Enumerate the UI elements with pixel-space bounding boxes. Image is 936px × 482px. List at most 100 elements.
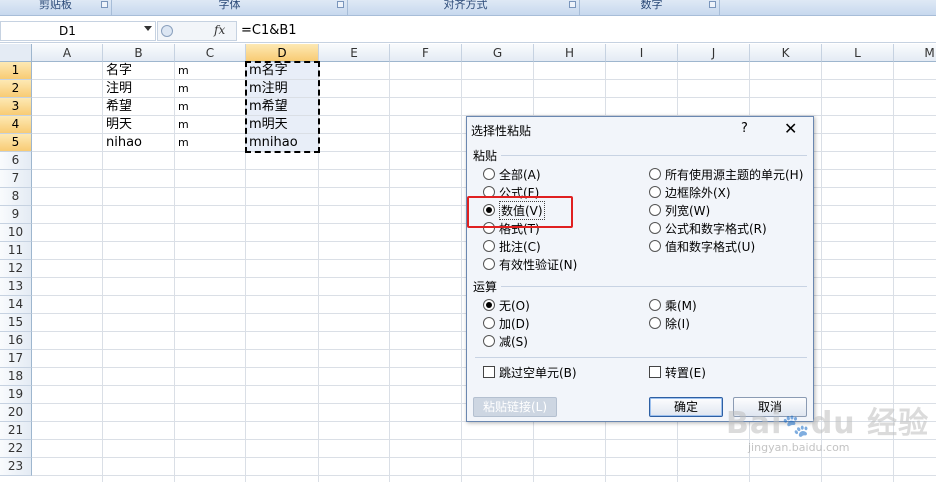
paste-option-validation[interactable]: 有效性验证(N): [483, 256, 577, 272]
dialog-launcher-icon[interactable]: [569, 1, 576, 8]
radio-icon[interactable]: [649, 186, 661, 198]
dialog-launcher-icon[interactable]: [337, 1, 344, 8]
paste-option-no-borders[interactable]: 边框除外(X): [649, 184, 731, 200]
name-box[interactable]: D1: [0, 21, 156, 41]
cell[interactable]: m: [175, 134, 246, 152]
row-header[interactable]: 9: [0, 206, 32, 224]
select-all-corner[interactable]: [0, 44, 32, 62]
row-header[interactable]: 2: [0, 80, 32, 98]
column-header[interactable]: M: [894, 44, 936, 62]
row-header[interactable]: 4: [0, 116, 32, 134]
paste-option-column-widths[interactable]: 列宽(W): [649, 202, 710, 218]
row-header[interactable]: 20: [0, 404, 32, 422]
radio-icon[interactable]: [649, 168, 661, 180]
row-header[interactable]: 7: [0, 170, 32, 188]
column-header[interactable]: K: [750, 44, 822, 62]
row-header[interactable]: 13: [0, 278, 32, 296]
cell[interactable]: m: [175, 80, 246, 98]
row-header[interactable]: 8: [0, 188, 32, 206]
column-header[interactable]: I: [606, 44, 678, 62]
ribbon-group-label: 数字: [640, 0, 663, 11]
row-header[interactable]: 21: [0, 422, 32, 440]
ok-button[interactable]: 确定: [649, 397, 723, 417]
row-header[interactable]: 12: [0, 260, 32, 278]
radio-icon[interactable]: [649, 204, 661, 216]
column-header[interactable]: C: [175, 44, 246, 62]
ribbon-group-more: [724, 0, 936, 16]
chevron-down-icon[interactable]: [144, 26, 152, 31]
option-label: 列宽(W): [665, 203, 711, 218]
column-header[interactable]: D: [246, 44, 319, 62]
radio-icon[interactable]: [483, 317, 495, 329]
column-header[interactable]: F: [390, 44, 462, 62]
column-header[interactable]: G: [462, 44, 534, 62]
cell[interactable]: 注明: [103, 80, 175, 98]
row-header[interactable]: 14: [0, 296, 32, 314]
row-header[interactable]: 15: [0, 314, 32, 332]
radio-icon[interactable]: [483, 240, 495, 252]
dialog-launcher-icon[interactable]: [709, 1, 716, 8]
row-header[interactable]: 3: [0, 98, 32, 116]
transpose-checkbox[interactable]: 转置(E): [649, 364, 706, 380]
row-header[interactable]: 18: [0, 368, 32, 386]
row-header[interactable]: 17: [0, 350, 32, 368]
row-header[interactable]: 22: [0, 440, 32, 458]
column-header[interactable]: H: [534, 44, 606, 62]
column-header[interactable]: J: [678, 44, 750, 62]
formula-input[interactable]: =C1&B1: [241, 21, 297, 41]
checkbox-icon[interactable]: [483, 366, 495, 378]
cell[interactable]: 希望: [103, 98, 175, 116]
paste-section-label: 粘贴: [473, 149, 498, 163]
checkbox-icon[interactable]: [649, 366, 661, 378]
cell[interactable]: 明天: [103, 116, 175, 134]
column-header[interactable]: L: [822, 44, 894, 62]
column-header[interactable]: E: [319, 44, 390, 62]
paste-link-button[interactable]: 粘贴链接(L): [473, 397, 557, 417]
row-header[interactable]: 10: [0, 224, 32, 242]
gridline: [32, 475, 936, 476]
radio-icon[interactable]: [483, 335, 495, 347]
option-label: 值和数字格式(U): [665, 239, 756, 254]
column-header[interactable]: B: [103, 44, 175, 62]
cell[interactable]: m: [175, 98, 246, 116]
radio-icon[interactable]: [649, 299, 661, 311]
row-header[interactable]: 6: [0, 152, 32, 170]
operation-option-add[interactable]: 加(D): [483, 315, 530, 331]
operation-option-subtract[interactable]: 减(S): [483, 333, 528, 349]
row-header[interactable]: 5: [0, 134, 32, 152]
paste-option-all[interactable]: 全部(A): [483, 166, 541, 182]
row-header[interactable]: 19: [0, 386, 32, 404]
skip-blanks-checkbox[interactable]: 跳过空单元(B): [483, 364, 577, 380]
row-header[interactable]: 16: [0, 332, 32, 350]
radio-icon[interactable]: [483, 168, 495, 180]
formula-buttons: fx: [157, 21, 237, 41]
radio-icon[interactable]: [483, 258, 495, 270]
dialog-launcher-icon[interactable]: [101, 1, 108, 8]
cell[interactable]: nihao: [103, 134, 175, 152]
option-label: 边框除外(X): [665, 185, 731, 200]
cell[interactable]: m: [175, 116, 246, 134]
radio-icon[interactable]: [649, 317, 661, 329]
gridline: [461, 62, 462, 482]
operation-option-divide[interactable]: 除(I): [649, 315, 690, 331]
help-icon[interactable]: ?: [741, 121, 748, 136]
row-header[interactable]: 1: [0, 62, 32, 80]
radio-icon[interactable]: [649, 240, 661, 252]
close-icon[interactable]: ✕: [784, 119, 797, 138]
resize-handle-icon[interactable]: [161, 25, 173, 37]
paste-option-comments[interactable]: 批注(C): [483, 238, 541, 254]
radio-icon[interactable]: [483, 299, 495, 311]
operation-option-multiply[interactable]: 乘(M): [649, 297, 697, 313]
formula-bar: D1 fx =C1&B1: [0, 17, 936, 43]
radio-icon[interactable]: [649, 222, 661, 234]
operation-option-none[interactable]: 无(O): [483, 297, 530, 313]
paste-option-formulas-numbers[interactable]: 公式和数字格式(R): [649, 220, 767, 236]
row-header[interactable]: 11: [0, 242, 32, 260]
paste-option-values-numbers[interactable]: 值和数字格式(U): [649, 238, 755, 254]
cell[interactable]: m: [175, 62, 246, 80]
cell[interactable]: 名字: [103, 62, 175, 80]
insert-function-icon[interactable]: fx: [214, 23, 225, 37]
column-header[interactable]: A: [32, 44, 103, 62]
paste-option-source-theme[interactable]: 所有使用源主题的单元(H): [649, 166, 803, 182]
row-header[interactable]: 23: [0, 458, 32, 476]
